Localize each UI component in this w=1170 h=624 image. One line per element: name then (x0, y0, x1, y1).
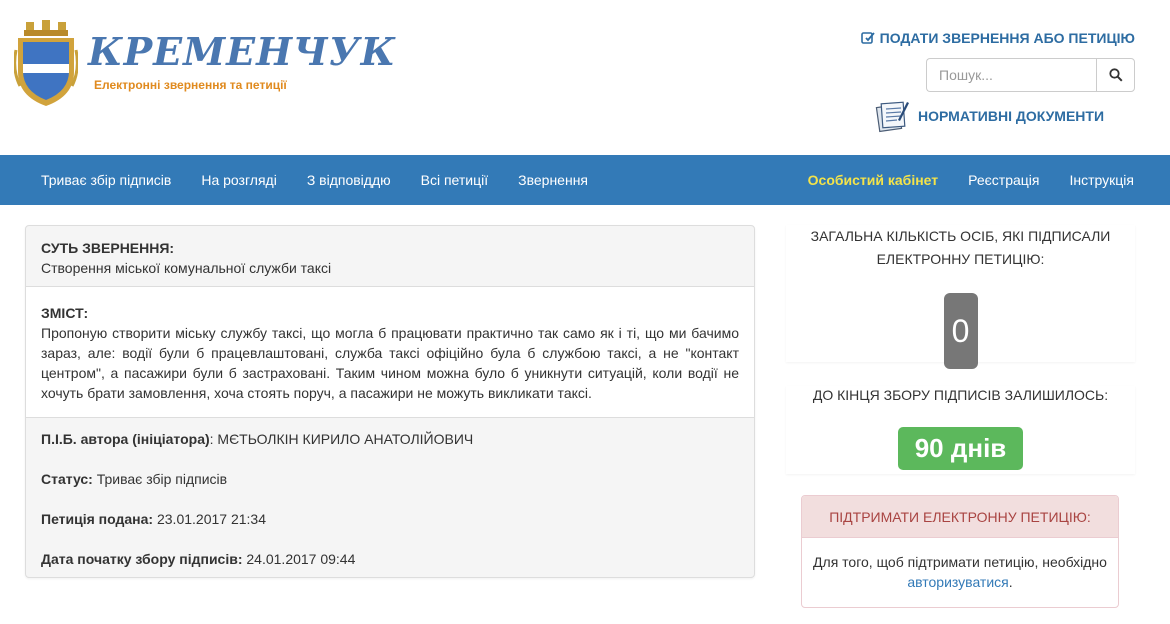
submitted-value: 23.01.2017 21:34 (153, 511, 266, 527)
nav-personal-cabinet[interactable]: Особистий кабінет (793, 155, 953, 205)
start-date-value: 24.01.2017 09:44 (242, 551, 356, 567)
start-date-row: Дата початку збору підписів: 24.01.2017 … (41, 549, 739, 577)
nav-registration[interactable]: Реєстрація (953, 155, 1054, 205)
site-header: КРЕМЕНЧУК Електронні звернення та петиці… (0, 0, 1170, 155)
signature-count-title: ЗАГАЛЬНА КІЛЬКІСТЬ ОСІБ, ЯКІ ПІДПИСАЛИ Е… (810, 228, 1111, 267)
edit-icon (860, 32, 875, 44)
author-row: П.І.Б. автора (ініціатора): МЄТЬОЛКІН КИ… (41, 429, 739, 469)
submit-petition-label: ПОДАТИ ЗВЕРНЕННЯ АБО ПЕТИЦІЮ (879, 30, 1135, 46)
support-petition-panel: ПІДТРИМАТИ ЕЛЕКТРОННУ ПЕТИЦІЮ: Для того,… (801, 495, 1119, 608)
nav-left: Триває збір підписів На розгляді З відпо… (26, 155, 603, 205)
brand-title: КРЕМЕНЧУК (88, 29, 397, 74)
support-text: Для того, щоб підтримати петицію, необхі… (813, 554, 1107, 570)
content-text: Пропоную створити міську службу таксі, щ… (41, 325, 739, 401)
petition-essence-section: СУТЬ ЗВЕРНЕННЯ: Створення міської комуна… (26, 226, 754, 287)
submitted-row: Петиція подана: 23.01.2017 21:34 (41, 509, 739, 549)
documents-icon (875, 101, 909, 133)
petition-content-section: ЗМІСТ: Пропоную створити міську службу т… (26, 287, 754, 418)
support-petition-title: ПІДТРИМАТИ ЕЛЕКТРОННУ ПЕТИЦІЮ: (802, 496, 1118, 538)
submit-petition-link[interactable]: ПОДАТИ ЗВЕРНЕННЯ АБО ПЕТИЦІЮ (860, 29, 1135, 47)
normative-documents-link[interactable]: НОРМАТИВНІ ДОКУМЕНТИ (874, 98, 1104, 134)
essence-label: СУТЬ ЗВЕРНЕННЯ: (41, 240, 175, 256)
nav-all-petitions[interactable]: Всі петиції (406, 155, 504, 205)
start-date-label: Дата початку збору підписів: (41, 551, 243, 567)
support-petition-body: Для того, щоб підтримати петицію, необхі… (802, 538, 1118, 606)
days-remaining-badge: 90 днів (897, 427, 1024, 470)
search-button[interactable] (1096, 58, 1135, 92)
submitted-label: Петиція подана: (41, 511, 154, 527)
days-remaining-title: ДО КІНЦЯ ЗБОРУ ПІДПИСІВ ЗАЛИШИЛОСЬ: (812, 387, 1109, 403)
search-bar (926, 58, 1135, 92)
nav-collecting-signatures[interactable]: Триває збір підписів (26, 155, 186, 205)
city-crest-icon (14, 20, 78, 106)
authorize-link[interactable]: авторизуватися (907, 574, 1008, 590)
author-label: П.І.Б. автора (ініціатора) (41, 431, 210, 447)
petition-panel: СУТЬ ЗВЕРНЕННЯ: Створення міської комуна… (25, 225, 755, 578)
essence-text: Створення міської комунальної служби так… (41, 260, 332, 276)
nav-appeals[interactable]: Звернення (503, 155, 603, 205)
content-label: ЗМІСТ: (41, 305, 89, 321)
support-text-end: . (1008, 574, 1013, 590)
search-icon (1108, 68, 1123, 82)
brand-subtitle: Електронні звернення та петиції (94, 78, 287, 92)
nav-answered[interactable]: З відповіддю (292, 155, 406, 205)
petition-info-section: П.І.Б. автора (ініціатора): МЄТЬОЛКІН КИ… (26, 418, 754, 577)
signature-counter-box: ЗАГАЛЬНА КІЛЬКІСТЬ ОСІБ, ЯКІ ПІДПИСАЛИ Е… (786, 225, 1135, 369)
nav-instructions[interactable]: Інструкція (1055, 155, 1150, 205)
author-value: : МЄТЬОЛКІН КИРИЛО АНАТОЛІЙОВИЧ (209, 431, 474, 447)
main-navbar: Триває збір підписів На розгляді З відпо… (0, 155, 1170, 205)
search-input[interactable] (926, 58, 1096, 92)
nav-right: Особистий кабінет Реєстрація Інструкція (793, 155, 1149, 205)
signature-count-badge: 0 (943, 293, 978, 369)
days-remaining-box: ДО КІНЦЯ ЗБОРУ ПІДПИСІВ ЗАЛИШИЛОСЬ: 90 д… (786, 386, 1135, 474)
status-value: Триває збір підписів (92, 471, 228, 487)
normative-documents-label: НОРМАТИВНІ ДОКУМЕНТИ (918, 108, 1105, 124)
site-logo[interactable]: КРЕМЕНЧУК Електронні звернення та петиці… (14, 20, 395, 110)
nav-under-review[interactable]: На розгляді (186, 155, 291, 205)
status-row: Статус: Триває збір підписів (41, 469, 739, 509)
status-label: Статус: (41, 471, 93, 487)
